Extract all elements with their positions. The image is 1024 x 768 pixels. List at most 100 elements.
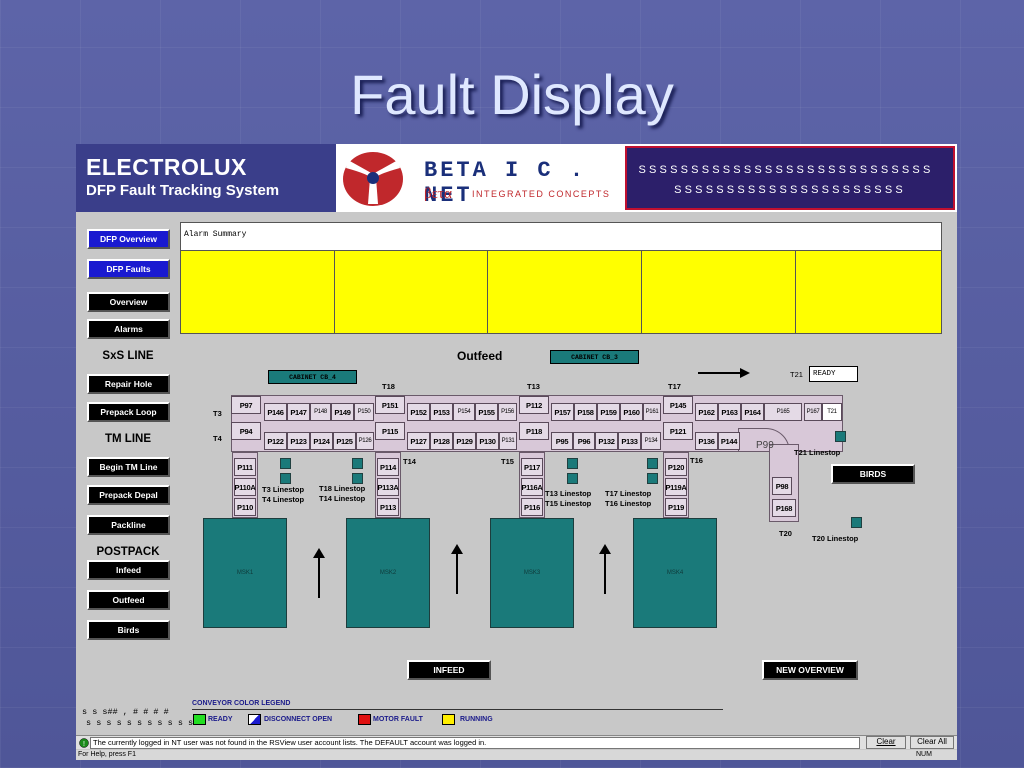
conveyor-cell[interactable]: P129 bbox=[453, 432, 476, 450]
begin-tm-line-button[interactable]: Begin TM Line bbox=[87, 457, 170, 477]
conveyor-cell-p110a[interactable]: P110A bbox=[234, 478, 256, 496]
conveyor-cell-p119a[interactable]: P119A bbox=[665, 478, 687, 496]
infeed-button[interactable]: Infeed bbox=[87, 560, 170, 580]
conveyor-cell[interactable]: P164 bbox=[741, 403, 764, 421]
conveyor-cell[interactable]: P96 bbox=[573, 432, 595, 450]
clear-all-button[interactable]: Clear All bbox=[910, 736, 954, 749]
birds-button[interactable]: Birds bbox=[87, 620, 170, 640]
conveyor-cell[interactable]: P95 bbox=[551, 432, 573, 450]
conveyor-cell[interactable]: P146 bbox=[264, 403, 287, 421]
alarms-button[interactable]: Alarms bbox=[87, 319, 170, 339]
conveyor-cell[interactable]: P167 bbox=[804, 403, 822, 421]
conveyor-cell-p168[interactable]: P168 bbox=[772, 499, 796, 517]
conveyor-cell[interactable]: P149 bbox=[331, 403, 354, 421]
alarm-cell[interactable] bbox=[181, 251, 335, 333]
conveyor-cell[interactable]: P165 bbox=[764, 403, 802, 421]
dfp-overview-button[interactable]: DFP Overview bbox=[87, 229, 170, 249]
conveyor-cell[interactable]: P133 bbox=[618, 432, 641, 450]
cabinet-cb4[interactable]: CABINET CB_4 bbox=[268, 370, 357, 384]
conveyor-cell[interactable]: P163 bbox=[718, 403, 741, 421]
conveyor-cell[interactable]: P157 bbox=[551, 403, 574, 421]
conveyor-cell[interactable]: P136 bbox=[695, 432, 718, 450]
alarm-cell[interactable] bbox=[488, 251, 642, 333]
alarm-cell[interactable] bbox=[796, 251, 941, 333]
conveyor-cell[interactable]: P158 bbox=[574, 403, 597, 421]
conveyor-cell-t21[interactable]: T21 bbox=[822, 403, 842, 421]
conveyor-cell-p118[interactable]: P118 bbox=[519, 422, 549, 440]
conveyor-cell[interactable]: P154 bbox=[453, 403, 475, 421]
clear-button[interactable]: Clear bbox=[866, 736, 906, 749]
conveyor-cell[interactable]: P152 bbox=[407, 403, 430, 421]
linestop-indicator[interactable] bbox=[352, 458, 363, 469]
prepack-depal-button[interactable]: Prepack Depal bbox=[87, 485, 170, 505]
conveyor-cell[interactable]: P150 bbox=[354, 403, 374, 421]
prepack-loop-button[interactable]: Prepack Loop bbox=[87, 402, 170, 422]
conveyor-cell-p121[interactable]: P121 bbox=[663, 422, 693, 440]
conveyor-cell-p120[interactable]: P120 bbox=[665, 458, 687, 476]
conveyor-cell[interactable]: P130 bbox=[476, 432, 499, 450]
conveyor-cell[interactable]: P160 bbox=[620, 403, 643, 421]
conveyor-cell[interactable]: P124 bbox=[310, 432, 333, 450]
linestop-indicator[interactable] bbox=[352, 473, 363, 484]
linestop-indicator[interactable] bbox=[851, 517, 862, 528]
conveyor-cell[interactable]: P123 bbox=[287, 432, 310, 450]
packline-button[interactable]: Packline bbox=[87, 515, 170, 535]
conveyor-cell[interactable]: P161 bbox=[643, 403, 661, 421]
dfp-faults-button[interactable]: DFP Faults bbox=[87, 259, 170, 279]
conveyor-cell-p119[interactable]: P119 bbox=[665, 498, 687, 516]
conveyor-cell-p111[interactable]: P111 bbox=[234, 458, 256, 476]
linestop-indicator[interactable] bbox=[647, 458, 658, 469]
linestop-indicator[interactable] bbox=[835, 431, 846, 442]
partner-greek: βετα bbox=[424, 186, 452, 202]
conveyor-cell[interactable]: P122 bbox=[264, 432, 287, 450]
conveyor-cell-p110[interactable]: P110 bbox=[234, 498, 256, 516]
conveyor-cell[interactable]: P132 bbox=[595, 432, 618, 450]
machine-msk4[interactable]: MSK4 bbox=[633, 518, 717, 628]
conveyor-cell-p116[interactable]: P116 bbox=[521, 498, 543, 516]
conveyor-cell-p114[interactable]: P114 bbox=[377, 458, 399, 476]
conveyor-cell-p116a[interactable]: P116A bbox=[521, 478, 543, 496]
alarm-cell[interactable] bbox=[335, 251, 488, 333]
conveyor-cell-p113[interactable]: P113 bbox=[377, 498, 399, 516]
birds-screen-button[interactable]: BIRDS bbox=[831, 464, 915, 484]
conveyor-cell[interactable]: P147 bbox=[287, 403, 310, 421]
linestop-indicator[interactable] bbox=[280, 458, 291, 469]
conveyor-cell-p151[interactable]: P151 bbox=[375, 396, 405, 414]
conveyor-cell[interactable]: P148 bbox=[310, 403, 331, 421]
conveyor-cell[interactable]: P128 bbox=[430, 432, 453, 450]
conveyor-cell[interactable]: P159 bbox=[597, 403, 620, 421]
conveyor-cell[interactable]: P144 bbox=[718, 432, 740, 450]
conveyor-cell-p97[interactable]: P97 bbox=[231, 396, 261, 414]
alarm-cell[interactable] bbox=[642, 251, 796, 333]
linestop-indicator[interactable] bbox=[567, 458, 578, 469]
conveyor-cell-p112[interactable]: P112 bbox=[519, 396, 549, 414]
conveyor-cell[interactable]: P126 bbox=[356, 432, 374, 450]
linestop-indicator[interactable] bbox=[567, 473, 578, 484]
conveyor-cell[interactable]: P127 bbox=[407, 432, 430, 450]
outfeed-button[interactable]: Outfeed bbox=[87, 590, 170, 610]
conveyor-cell[interactable]: P131 bbox=[499, 432, 517, 450]
conveyor-cell[interactable]: P156 bbox=[498, 403, 517, 421]
machine-msk3[interactable]: MSK3 bbox=[490, 518, 574, 628]
machine-msk2[interactable]: MSK2 bbox=[346, 518, 430, 628]
overview-button[interactable]: Overview bbox=[87, 292, 170, 312]
linestop-indicator[interactable] bbox=[280, 473, 291, 484]
repair-hole-button[interactable]: Repair Hole bbox=[87, 374, 170, 394]
conveyor-cell-p115[interactable]: P115 bbox=[375, 422, 405, 440]
linestop-indicator[interactable] bbox=[647, 473, 658, 484]
conveyor-cell[interactable]: P162 bbox=[695, 403, 718, 421]
conveyor-cell-p117[interactable]: P117 bbox=[521, 458, 543, 476]
machine-msk1[interactable]: MSK1 bbox=[203, 518, 287, 628]
conveyor-cell[interactable]: P134 bbox=[641, 432, 661, 450]
conveyor-cell-p98[interactable]: P98 bbox=[772, 477, 792, 495]
conveyor-cell-p94[interactable]: P94 bbox=[231, 422, 261, 440]
new-overview-button[interactable]: NEW OVERVIEW bbox=[762, 660, 858, 680]
conveyor-cell[interactable]: P125 bbox=[333, 432, 356, 450]
cabinet-cb3[interactable]: CABINET CB_3 bbox=[550, 350, 639, 364]
conveyor-cell[interactable]: P153 bbox=[430, 403, 453, 421]
t4-label: T4 bbox=[213, 434, 222, 443]
conveyor-cell-p113a[interactable]: P113A bbox=[377, 478, 399, 496]
conveyor-cell[interactable]: P155 bbox=[475, 403, 498, 421]
infeed-screen-button[interactable]: INFEED bbox=[407, 660, 491, 680]
conveyor-cell-p145[interactable]: P145 bbox=[663, 396, 693, 414]
